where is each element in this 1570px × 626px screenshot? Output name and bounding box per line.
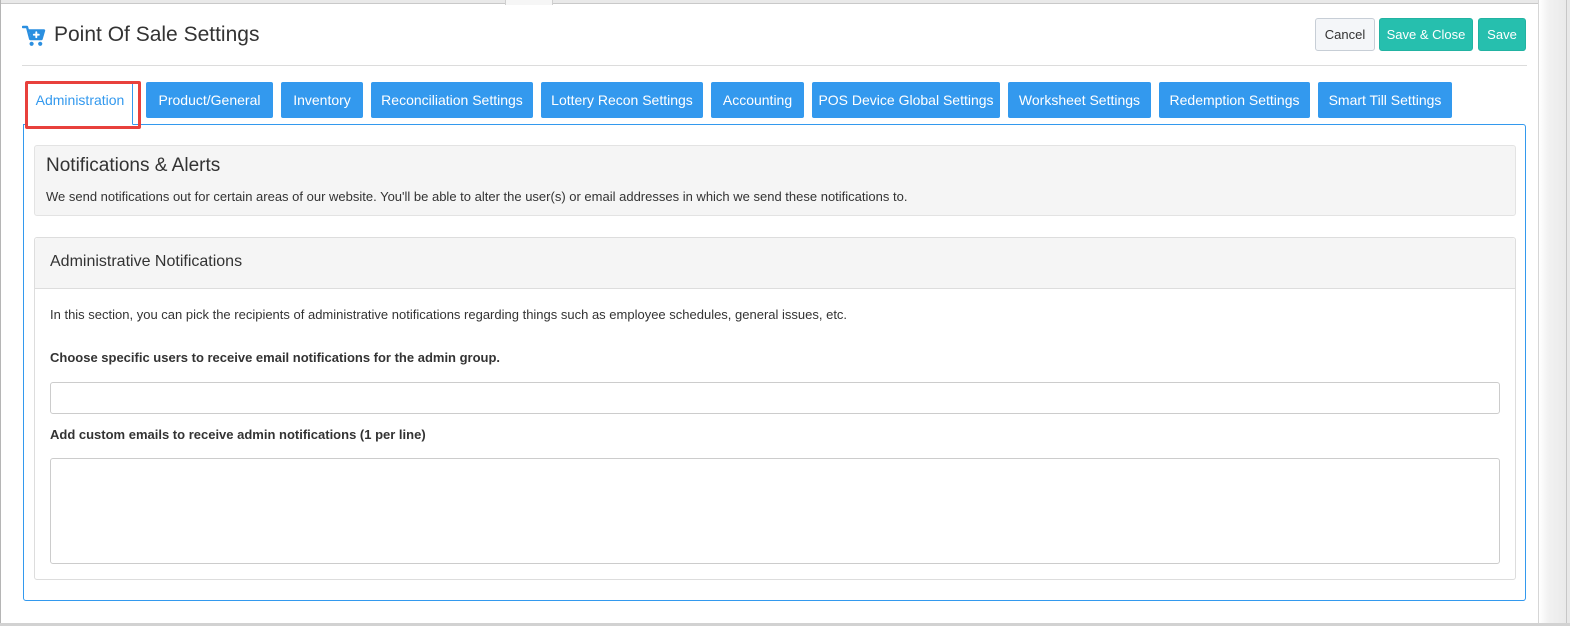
administrative-notifications-title: Administrative Notifications — [50, 253, 243, 270]
admin-users-select[interactable] — [50, 382, 1500, 414]
window-left-edge — [0, 0, 1, 626]
tab-label: Worksheet Settings — [1018, 92, 1141, 108]
tab-label: POS Device Global Settings — [818, 92, 994, 108]
tab-label: Accounting — [722, 92, 793, 108]
notifications-alerts-well: Notifications & Alerts We send notificat… — [34, 145, 1516, 216]
custom-emails-textarea[interactable] — [50, 458, 1500, 564]
tab-label: Inventory — [293, 92, 351, 108]
tab-label: Smart Till Settings — [1328, 92, 1442, 108]
tab-smart-till-settings[interactable]: Smart Till Settings — [1318, 82, 1452, 118]
cancel-button[interactable]: Cancel — [1315, 18, 1375, 51]
tab-product-general[interactable]: Product/General — [146, 82, 273, 118]
window-top-edge — [0, 0, 1570, 4]
tab-worksheet-settings[interactable]: Worksheet Settings — [1008, 82, 1151, 118]
tab-label: Lottery Recon Settings — [551, 92, 693, 108]
save-and-close-button[interactable]: Save & Close — [1379, 18, 1473, 51]
tab-lottery-recon-settings[interactable]: Lottery Recon Settings — [541, 82, 703, 118]
cart-plus-icon — [21, 24, 46, 48]
administrative-notifications-heading: Administrative Notifications — [35, 238, 1515, 289]
administrative-notifications-description: In this section, you can pick the recipi… — [50, 307, 848, 322]
tab-administration[interactable]: Administration — [27, 82, 133, 125]
tab-label: Administration — [35, 92, 125, 108]
custom-emails-label: Add custom emails to receive admin notif… — [50, 427, 426, 442]
administration-tab-panel: Notifications & Alerts We send notificat… — [23, 124, 1526, 601]
tab-accounting[interactable]: Accounting — [711, 82, 804, 118]
tab-inventory[interactable]: Inventory — [281, 82, 363, 118]
window-right-edge — [1566, 0, 1567, 626]
save-button[interactable]: Save — [1478, 18, 1526, 51]
page-header: Point Of Sale Settings Cancel Save & Clo… — [21, 18, 1527, 66]
window-top-notch — [505, 0, 553, 5]
notifications-alerts-title: Notifications & Alerts — [46, 155, 221, 176]
tab-label: Reconciliation Settings — [381, 92, 523, 108]
admin-users-label: Choose specific users to receive email n… — [50, 350, 501, 365]
tab-redemption-settings[interactable]: Redemption Settings — [1159, 82, 1310, 118]
tab-label: Redemption Settings — [1169, 92, 1300, 108]
page-title: Point Of Sale Settings — [54, 23, 260, 46]
administrative-notifications-panel: Administrative Notifications In this sec… — [34, 237, 1516, 580]
tab-reconciliation-settings[interactable]: Reconciliation Settings — [371, 82, 533, 118]
tab-label: Product/General — [158, 92, 261, 108]
notifications-alerts-description: We send notifications out for certain ar… — [46, 189, 908, 204]
tab-pos-device-global-settings[interactable]: POS Device Global Settings — [812, 82, 1000, 118]
